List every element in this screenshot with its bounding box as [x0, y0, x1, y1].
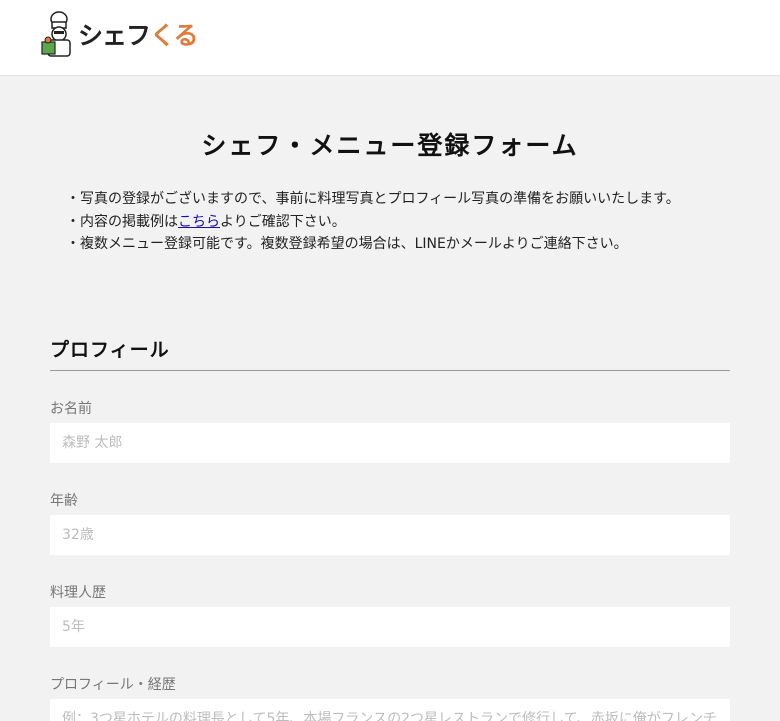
name-input[interactable]	[50, 423, 730, 463]
logo-text-main: シェフ	[78, 21, 151, 50]
profile-section-title: プロフィール	[50, 339, 170, 361]
notes: ・写真の登録がございますので、事前に料理写真とプロフィール写真の準備をお願いいた…	[66, 188, 680, 256]
age-label: 年齢	[50, 493, 78, 509]
age-input[interactable]	[50, 515, 730, 555]
note-multiple-menu: ・複数メニュー登録可能です。複数登録希望の場合は、LINEかメールよりご連絡下さ…	[66, 236, 628, 252]
career-input[interactable]	[50, 699, 730, 721]
section-divider	[50, 370, 730, 371]
logo-text-accent: くる	[150, 21, 199, 50]
example-link[interactable]: こちら	[178, 214, 220, 230]
site-header: シェフ くる	[0, 0, 780, 76]
note-example-suffix: よりご確認下さい。	[220, 213, 346, 230]
chef-mascot-icon	[41, 11, 71, 57]
experience-input[interactable]	[50, 607, 730, 647]
experience-label: 料理人歴	[50, 585, 106, 601]
note-photo-prep: ・写真の登録がございますので、事前に料理写真とプロフィール写真の準備をお願いいた…	[66, 191, 680, 207]
career-label: プロフィール・経歴	[50, 677, 176, 693]
page-title: シェフ・メニュー登録フォーム	[201, 131, 579, 160]
note-example-prefix: ・内容の掲載例は	[66, 213, 178, 230]
note-example: ・内容の掲載例はこちらよりご確認下さい。	[66, 211, 680, 234]
name-label: お名前	[50, 401, 92, 417]
logo-text: シェフ くる	[78, 16, 199, 52]
logo[interactable]: シェフ くる	[40, 10, 199, 58]
